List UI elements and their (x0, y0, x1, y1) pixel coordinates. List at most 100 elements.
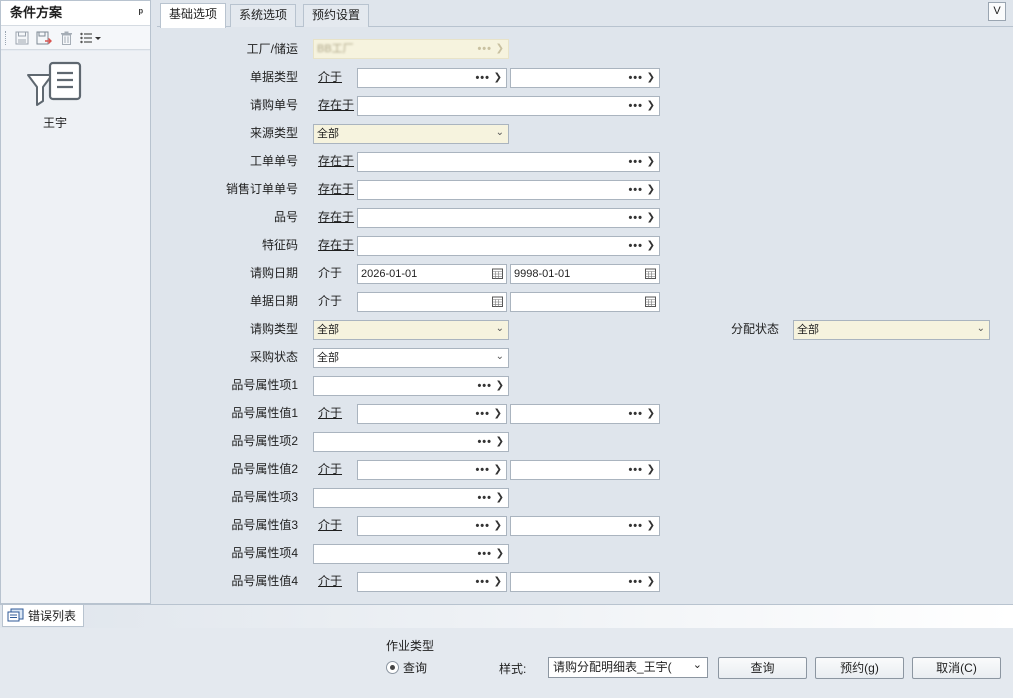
radio-selected-icon[interactable] (386, 661, 399, 674)
attr-value4-from-field[interactable]: ••• ❯ (357, 572, 507, 592)
lookup-button[interactable]: ••• (477, 377, 492, 395)
doc-date-operator[interactable]: 介于 (318, 291, 342, 311)
lookup-button[interactable]: ••• (628, 405, 643, 423)
factory-next-button[interactable]: ❯ (496, 40, 504, 58)
calendar-icon[interactable] (645, 296, 656, 307)
lookup-button[interactable]: ••• (628, 237, 643, 255)
query-button[interactable]: 查询 (718, 657, 807, 679)
chevron-down-icon[interactable]: ⌄ (496, 125, 504, 142)
pr-date-from-field[interactable]: 2026-01-01 (357, 264, 507, 284)
feature-code-field[interactable]: ••• ❯ (357, 236, 660, 256)
attr-item2-field[interactable]: ••• ❯ (313, 432, 509, 452)
next-button[interactable]: ❯ (647, 69, 655, 87)
alloc-status-select[interactable]: 全部 ⌄ (793, 320, 990, 340)
lookup-button[interactable]: ••• (475, 573, 490, 591)
pr-no-field[interactable]: ••• ❯ (357, 96, 660, 116)
lookup-button[interactable]: ••• (628, 517, 643, 535)
query-radio[interactable]: 查询 (386, 659, 427, 676)
save-icon[interactable] (13, 29, 31, 47)
attr-item1-field[interactable]: ••• ❯ (313, 376, 509, 396)
next-button[interactable]: ❯ (496, 545, 504, 563)
attr-value3-from-field[interactable]: ••• ❯ (357, 516, 507, 536)
lookup-button[interactable]: ••• (477, 489, 492, 507)
lookup-button[interactable]: ••• (475, 461, 490, 479)
purchase-status-select[interactable]: 全部 ⌄ (313, 348, 509, 368)
delete-icon[interactable] (57, 29, 75, 47)
pr-date-operator[interactable]: 介于 (318, 263, 342, 283)
lookup-button[interactable]: ••• (475, 69, 490, 87)
pr-no-operator[interactable]: 存在于 (318, 95, 354, 115)
pr-date-to-field[interactable]: 9998-01-01 (510, 264, 660, 284)
doc-type-operator[interactable]: 介于 (318, 67, 342, 87)
scheme-item[interactable]: 王宇 (19, 61, 91, 131)
chevron-down-icon[interactable]: ⌄ (496, 321, 504, 338)
chevron-down-icon[interactable]: ⌄ (693, 656, 702, 675)
lookup-button[interactable]: ••• (628, 209, 643, 227)
lookup-button[interactable]: ••• (475, 517, 490, 535)
next-button[interactable]: ❯ (647, 153, 655, 171)
calendar-icon[interactable] (492, 268, 503, 279)
attr-value2-to-field[interactable]: ••• ❯ (510, 460, 660, 480)
so-no-field[interactable]: ••• ❯ (357, 180, 660, 200)
calendar-icon[interactable] (492, 296, 503, 307)
attr-item4-field[interactable]: ••• ❯ (313, 544, 509, 564)
doc-type-from-field[interactable]: ••• ❯ (357, 68, 507, 88)
tab-basic[interactable]: 基础选项 (160, 3, 227, 28)
reserve-button[interactable]: 预约(g) (815, 657, 904, 679)
pin-icon[interactable]: ᵖ (139, 1, 143, 25)
calendar-icon[interactable] (645, 268, 656, 279)
next-button[interactable]: ❯ (647, 209, 655, 227)
so-no-operator[interactable]: 存在于 (318, 179, 354, 199)
item-no-operator[interactable]: 存在于 (318, 207, 354, 227)
lookup-button[interactable]: ••• (628, 97, 643, 115)
chevron-down-icon[interactable]: ⌄ (496, 349, 504, 366)
attr-value2-from-field[interactable]: ••• ❯ (357, 460, 507, 480)
doc-date-from-field[interactable] (357, 292, 507, 312)
lookup-button[interactable]: ••• (477, 545, 492, 563)
attr-value3-operator[interactable]: 介于 (318, 515, 342, 535)
attr-value1-from-field[interactable]: ••• ❯ (357, 404, 507, 424)
lookup-button[interactable]: ••• (475, 405, 490, 423)
attr-value4-to-field[interactable]: ••• ❯ (510, 572, 660, 592)
factory-lookup-button[interactable]: ••• (477, 40, 492, 58)
attr-value3-to-field[interactable]: ••• ❯ (510, 516, 660, 536)
feature-code-operator[interactable]: 存在于 (318, 235, 354, 255)
next-button[interactable]: ❯ (494, 573, 502, 591)
next-button[interactable]: ❯ (496, 489, 504, 507)
tab-system[interactable]: 系统选项 (230, 4, 297, 27)
lookup-button[interactable]: ••• (477, 433, 492, 451)
chevron-down-icon[interactable]: ⌄ (977, 321, 985, 338)
next-button[interactable]: ❯ (647, 97, 655, 115)
attr-value2-operator[interactable]: 介于 (318, 459, 342, 479)
error-list-tab[interactable]: 错误列表 (2, 605, 84, 627)
factory-field[interactable]: BB工厂 ••• ❯ (313, 39, 509, 59)
next-button[interactable]: ❯ (496, 433, 504, 451)
save-as-icon[interactable] (35, 29, 53, 47)
attr-value4-operator[interactable]: 介于 (318, 571, 342, 591)
next-button[interactable]: ❯ (494, 69, 502, 87)
wo-no-operator[interactable]: 存在于 (318, 151, 354, 171)
next-button[interactable]: ❯ (494, 405, 502, 423)
lookup-button[interactable]: ••• (628, 573, 643, 591)
collapse-button[interactable]: V (988, 2, 1006, 21)
next-button[interactable]: ❯ (647, 461, 655, 479)
item-no-field[interactable]: ••• ❯ (357, 208, 660, 228)
next-button[interactable]: ❯ (647, 517, 655, 535)
next-button[interactable]: ❯ (647, 181, 655, 199)
doc-date-to-field[interactable] (510, 292, 660, 312)
lookup-button[interactable]: ••• (628, 181, 643, 199)
source-type-select[interactable]: 全部 ⌄ (313, 124, 509, 144)
attr-value1-operator[interactable]: 介于 (318, 403, 342, 423)
attr-value1-to-field[interactable]: ••• ❯ (510, 404, 660, 424)
lookup-button[interactable]: ••• (628, 153, 643, 171)
next-button[interactable]: ❯ (494, 517, 502, 535)
next-button[interactable]: ❯ (647, 237, 655, 255)
next-button[interactable]: ❯ (494, 461, 502, 479)
next-button[interactable]: ❯ (647, 573, 655, 591)
lookup-button[interactable]: ••• (628, 461, 643, 479)
next-button[interactable]: ❯ (496, 377, 504, 395)
next-button[interactable]: ❯ (647, 405, 655, 423)
attr-item3-field[interactable]: ••• ❯ (313, 488, 509, 508)
list-menu-icon[interactable] (79, 29, 103, 47)
pr-type-select[interactable]: 全部 ⌄ (313, 320, 509, 340)
